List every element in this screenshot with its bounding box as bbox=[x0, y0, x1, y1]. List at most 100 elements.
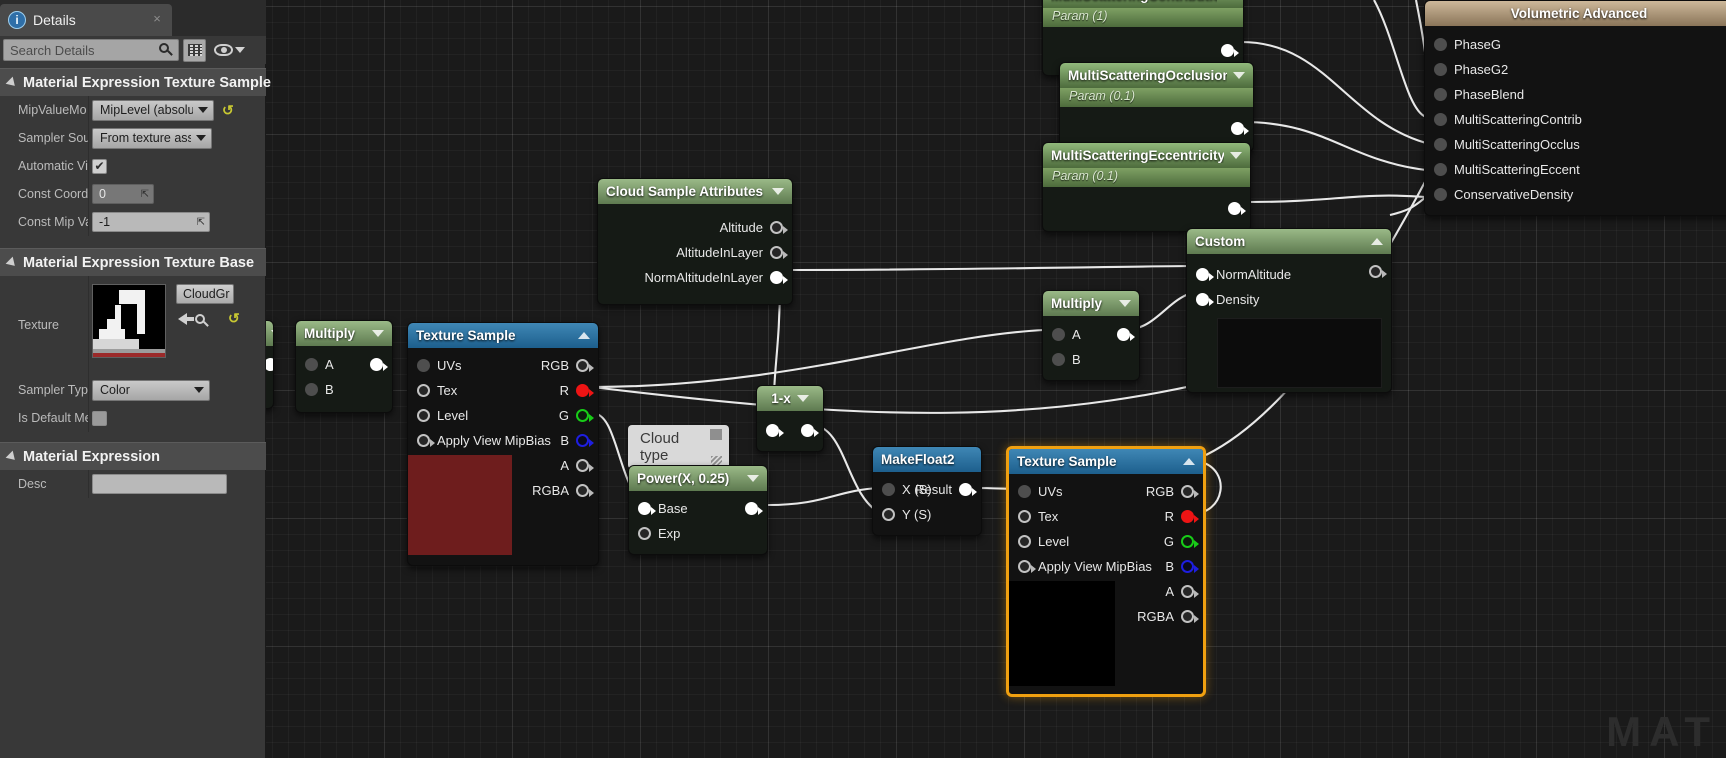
output-pin-rgba[interactable]: RGBA bbox=[1128, 604, 1203, 629]
pin-dot[interactable] bbox=[1434, 38, 1447, 51]
pin-dot[interactable] bbox=[1196, 268, 1214, 281]
property-row-desc[interactable]: Desc bbox=[0, 470, 266, 498]
pin-dot[interactable] bbox=[1018, 485, 1031, 498]
output-pin[interactable] bbox=[1369, 265, 1387, 278]
pin-dot[interactable] bbox=[576, 384, 594, 397]
pin-dot[interactable] bbox=[1181, 610, 1199, 623]
chevron-down-icon[interactable] bbox=[1230, 152, 1242, 159]
revert-icon[interactable]: ↺ bbox=[222, 102, 234, 119]
input-pin-multiscatteringocclus[interactable]: MultiScatteringOcclus bbox=[1425, 132, 1726, 157]
output-pin[interactable] bbox=[745, 502, 763, 515]
samplersource-combo[interactable]: From texture asset bbox=[92, 127, 212, 149]
use-selected-asset-icon[interactable] bbox=[178, 312, 194, 325]
pin-dot[interactable] bbox=[1181, 510, 1199, 523]
property-row-texture[interactable]: Texture CloudGr ↺ bbox=[0, 276, 266, 376]
output-pin-a[interactable]: A bbox=[551, 453, 598, 478]
input-pin-conservativedensity[interactable]: ConservativeDensity bbox=[1425, 182, 1726, 207]
property-row-mipvaluemode[interactable]: MipValueMo MipLevel (absolute, ↺ bbox=[0, 96, 266, 124]
output-pin-b[interactable]: B bbox=[551, 428, 598, 453]
node-volumetric-advanced[interactable]: Volumetric Advanced PhaseG PhaseG2 Phase… bbox=[1424, 0, 1726, 216]
material-graph-canvas[interactable]: MultiScatteringContribution Param (1) Mu… bbox=[266, 0, 1726, 758]
node-power[interactable]: Power(X, 0.25) Base Exp bbox=[628, 465, 768, 555]
const-mip-value-field[interactable]: -1 ⇱ bbox=[92, 212, 210, 232]
revert-icon[interactable]: ↺ bbox=[228, 310, 240, 327]
output-pin[interactable] bbox=[1231, 122, 1249, 135]
texture-thumbnail[interactable] bbox=[92, 284, 166, 358]
input-pin-b[interactable]: B bbox=[1043, 347, 1139, 372]
output-pin-a[interactable]: A bbox=[1156, 579, 1203, 604]
pin-dot[interactable] bbox=[1018, 535, 1031, 548]
search-input[interactable]: Search Details bbox=[3, 39, 179, 61]
property-row-automaticviewmipbias[interactable]: Automatic Vi ✔ bbox=[0, 152, 266, 180]
node-multiscattering-eccentricity[interactable]: MultiScatteringEccentricity Param (0.1) bbox=[1042, 142, 1251, 232]
input-pin-phaseblend[interactable]: PhaseBlend bbox=[1425, 82, 1726, 107]
output-pin-r[interactable]: R bbox=[551, 378, 598, 403]
pin-dot[interactable] bbox=[1434, 163, 1447, 176]
pin-icon[interactable] bbox=[710, 429, 722, 440]
texture-asset-picker[interactable]: CloudGr bbox=[176, 284, 234, 304]
input-pin-multiscatteringcontrib[interactable]: MultiScatteringContrib bbox=[1425, 107, 1726, 132]
chevron-down-icon[interactable] bbox=[1233, 72, 1245, 79]
pin-dot[interactable] bbox=[882, 483, 895, 496]
mipvaluemode-combo[interactable]: MipLevel (absolute, bbox=[92, 99, 214, 121]
pin-dot[interactable] bbox=[1434, 113, 1447, 126]
automatic-view-mipbias-checkbox[interactable]: ✔ bbox=[92, 158, 107, 174]
output-pin[interactable] bbox=[1221, 44, 1239, 57]
pin-dot[interactable] bbox=[1181, 585, 1199, 598]
section-header-texture-base[interactable]: Material Expression Texture Base bbox=[0, 248, 266, 276]
chevron-down-icon[interactable] bbox=[796, 395, 809, 402]
node-partial-offscreen-left[interactable] bbox=[266, 320, 274, 409]
pin-dot[interactable] bbox=[417, 384, 430, 397]
input-pin-normaltitude[interactable]: NormAltitude bbox=[1187, 262, 1391, 287]
pin-dot[interactable] bbox=[882, 508, 895, 521]
node-one-minus-x[interactable]: 1-x bbox=[756, 385, 824, 452]
pin-dot[interactable] bbox=[638, 527, 651, 540]
chevron-down-icon[interactable] bbox=[747, 475, 759, 482]
output-pin-normaltitudeinlayer[interactable]: NormAltitudeInLayer bbox=[598, 265, 792, 290]
spinner-icon[interactable]: ⇱ bbox=[141, 189, 149, 200]
input-pin[interactable] bbox=[766, 424, 784, 437]
pin-dot[interactable] bbox=[305, 358, 318, 371]
chevron-up-icon[interactable] bbox=[1183, 458, 1195, 465]
chevron-down-icon[interactable] bbox=[1119, 300, 1131, 307]
output-pin[interactable] bbox=[266, 358, 273, 371]
node-texture-sample-left[interactable]: Texture Sample UVs Tex Level Apply View … bbox=[407, 322, 599, 566]
input-pin-b[interactable]: B bbox=[296, 377, 392, 402]
pin-dot[interactable] bbox=[770, 271, 788, 284]
chevron-up-icon[interactable] bbox=[1371, 238, 1383, 245]
pin-dot[interactable] bbox=[1181, 535, 1199, 548]
chevron-down-icon[interactable] bbox=[772, 188, 784, 195]
pin-dot[interactable] bbox=[576, 484, 594, 497]
pin-dot[interactable] bbox=[1181, 560, 1199, 573]
input-pin-density[interactable]: Density bbox=[1187, 287, 1391, 312]
pin-dot[interactable] bbox=[1434, 188, 1447, 201]
is-default-meshpaint-checkbox[interactable] bbox=[92, 410, 107, 426]
pin-dot[interactable] bbox=[417, 409, 430, 422]
pin-dot[interactable] bbox=[1052, 353, 1065, 366]
browse-asset-icon[interactable] bbox=[195, 314, 210, 329]
output-pin-altitude[interactable]: Altitude bbox=[598, 215, 792, 240]
tab-details[interactable]: i Details × bbox=[0, 4, 172, 36]
pin-dot[interactable] bbox=[770, 221, 788, 234]
input-pin-phaseg2[interactable]: PhaseG2 bbox=[1425, 57, 1726, 82]
property-row-samplersource[interactable]: Sampler Sou From texture asset bbox=[0, 124, 266, 152]
chevron-down-icon[interactable] bbox=[372, 330, 384, 337]
output-pin[interactable] bbox=[370, 358, 388, 371]
pin-dot[interactable] bbox=[1181, 485, 1199, 498]
visibility-dropdown-button[interactable] bbox=[210, 44, 245, 56]
close-icon[interactable]: × bbox=[151, 12, 163, 25]
spinner-icon[interactable]: ⇱ bbox=[197, 217, 205, 228]
sampler-type-combo[interactable]: Color bbox=[92, 379, 210, 401]
pin-dot[interactable] bbox=[417, 434, 435, 447]
grid-view-button[interactable] bbox=[183, 38, 206, 62]
pin-dot[interactable] bbox=[576, 434, 594, 447]
chevron-up-icon[interactable] bbox=[578, 332, 590, 339]
chevron-down-icon[interactable] bbox=[271, 330, 273, 337]
resize-grip-icon[interactable] bbox=[711, 456, 722, 465]
node-multiply-left[interactable]: Multiply A B bbox=[295, 320, 393, 413]
property-row-samplertype[interactable]: Sampler Typ Color bbox=[0, 376, 266, 404]
output-pin-result[interactable]: Result bbox=[906, 477, 981, 502]
desc-input[interactable] bbox=[92, 474, 227, 494]
pin-dot[interactable] bbox=[305, 383, 318, 396]
output-pin[interactable] bbox=[1228, 202, 1246, 215]
